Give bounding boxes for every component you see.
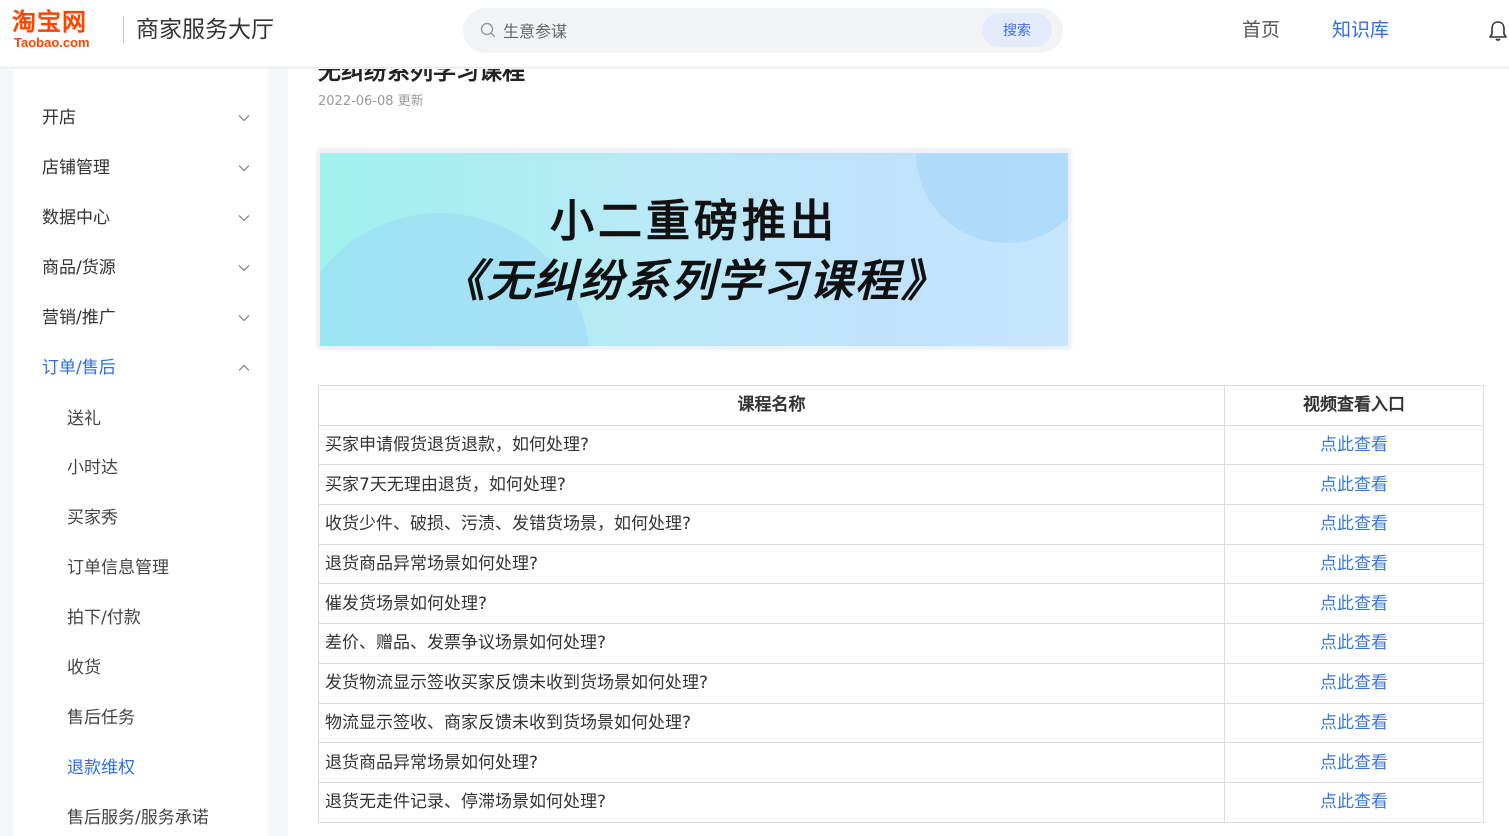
chevron-down-icon[interactable]	[238, 164, 250, 172]
banner-background: 小二重磅推出 《无纠纷系列学习课程》	[320, 153, 1068, 346]
logo-chinese-text: 淘宝网	[12, 8, 87, 36]
sidebar-subitem-refund-rights[interactable]: 退款维权	[67, 756, 135, 780]
sidebar-item-open-store[interactable]: 开店	[42, 106, 76, 130]
course-name-cell: 买家申请假货退货退款，如何处理?	[318, 424, 1225, 466]
view-video-link[interactable]: 点此查看	[1224, 623, 1484, 664]
view-video-link[interactable]: 点此查看	[1224, 583, 1484, 625]
search-bar: 搜索	[463, 8, 1063, 53]
table-row: 退货商品异常场景如何处理? 点此查看	[318, 742, 1484, 783]
chevron-down-icon[interactable]	[238, 314, 250, 322]
course-name-cell: 物流显示签收、商家反馈未收到货场景如何处理?	[318, 702, 1225, 744]
table-row: 物流显示签收、商家反馈未收到货场景如何处理? 点此查看	[318, 702, 1484, 744]
course-name-cell: 差价、赠品、发票争议场景如何处理?	[318, 623, 1225, 664]
table-row: 差价、赠品、发票争议场景如何处理? 点此查看	[318, 623, 1484, 664]
course-table: 课程名称 视频查看入口 买家申请假货退货退款，如何处理? 点此查看 买家7天无理…	[318, 385, 1484, 823]
sidebar-item-products[interactable]: 商品/货源	[42, 256, 116, 280]
header-divider	[123, 16, 124, 44]
banner-course-name: 《无纠纷系列学习课程》	[441, 256, 947, 307]
column-header-video-entry: 视频查看入口	[1224, 385, 1484, 426]
sidebar-item-marketing[interactable]: 营销/推广	[42, 306, 116, 330]
search-input[interactable]	[503, 19, 923, 43]
nav-home-link[interactable]: 首页	[1242, 16, 1280, 44]
view-video-link[interactable]: 点此查看	[1224, 504, 1484, 545]
article-title: 无纠纷系列学习课程	[318, 69, 525, 85]
table-row: 买家7天无理由退货，如何处理? 点此查看	[318, 464, 1484, 506]
sidebar-subitem-receipt[interactable]: 收货	[67, 656, 101, 680]
view-video-link[interactable]: 点此查看	[1224, 781, 1484, 823]
sidebar-subitem-payment[interactable]: 拍下/付款	[67, 606, 141, 630]
course-name-cell: 退货无走件记录、停滞场景如何处理?	[318, 781, 1225, 823]
table-row: 买家申请假货退货退款，如何处理? 点此查看	[318, 424, 1484, 466]
table-row: 退货商品异常场景如何处理? 点此查看	[318, 543, 1484, 585]
view-video-link[interactable]: 点此查看	[1224, 424, 1484, 466]
article-content: 无纠纷系列学习课程 2022-06-08 更新 小二重磅推出 《无纠纷系列学习课…	[288, 69, 1509, 836]
view-video-link[interactable]: 点此查看	[1224, 464, 1484, 506]
search-icon	[480, 22, 496, 38]
course-banner-image: 小二重磅推出 《无纠纷系列学习课程》	[318, 150, 1070, 348]
view-video-link[interactable]: 点此查看	[1224, 662, 1484, 704]
table-row: 催发货场景如何处理? 点此查看	[318, 583, 1484, 625]
course-name-cell: 催发货场景如何处理?	[318, 583, 1225, 625]
sidebar-item-orders[interactable]: 订单/售后	[42, 356, 116, 380]
nav-knowledge-link[interactable]: 知识库	[1332, 16, 1389, 44]
top-header: 淘宝网 Taobao.com 商家服务大厅 搜索 首页 知识库	[0, 0, 1509, 68]
sidebar-subitem-hourly-delivery[interactable]: 小时达	[67, 456, 118, 480]
course-name-cell: 收货少件、破损、污渍、发错货场景，如何处理?	[318, 504, 1225, 545]
sidebar-subitem-after-sales-tasks[interactable]: 售后任务	[67, 706, 135, 730]
course-name-cell: 退货商品异常场景如何处理?	[318, 742, 1225, 783]
bell-icon[interactable]	[1488, 20, 1508, 42]
article-updated-date: 2022-06-08 更新	[318, 94, 424, 109]
sidebar-subitem-buyer-show[interactable]: 买家秀	[67, 506, 118, 530]
sidebar-nav: 开店 店铺管理 数据中心 商品/货源 营销/推广 订单/售后 送礼 小时达 买家…	[13, 69, 268, 836]
logo-english-text: Taobao.com	[14, 35, 90, 50]
site-title[interactable]: 商家服务大厅	[136, 14, 274, 46]
view-video-link[interactable]: 点此查看	[1224, 742, 1484, 783]
sidebar-item-data-center[interactable]: 数据中心	[42, 206, 110, 230]
sidebar-subitem-order-info[interactable]: 订单信息管理	[67, 556, 169, 580]
course-name-cell: 买家7天无理由退货，如何处理?	[318, 464, 1225, 506]
sidebar-subitem-gift[interactable]: 送礼	[67, 407, 101, 431]
banner-headline: 小二重磅推出	[550, 196, 838, 247]
chevron-down-icon[interactable]	[238, 114, 250, 122]
view-video-link[interactable]: 点此查看	[1224, 543, 1484, 585]
table-row: 发货物流显示签收买家反馈未收到货场景如何处理? 点此查看	[318, 662, 1484, 704]
chevron-up-icon[interactable]	[238, 364, 250, 372]
chevron-down-icon[interactable]	[238, 264, 250, 272]
taobao-logo[interactable]: 淘宝网 Taobao.com	[12, 8, 112, 52]
course-name-cell: 退货商品异常场景如何处理?	[318, 543, 1225, 585]
view-video-link[interactable]: 点此查看	[1224, 702, 1484, 744]
sidebar-subitem-service-commitment[interactable]: 售后服务/服务承诺	[67, 806, 209, 830]
course-name-cell: 发货物流显示签收买家反馈未收到货场景如何处理?	[318, 662, 1225, 704]
table-row: 收货少件、破损、污渍、发错货场景，如何处理? 点此查看	[318, 504, 1484, 545]
search-button[interactable]: 搜索	[982, 13, 1052, 47]
chevron-down-icon[interactable]	[238, 214, 250, 222]
table-header-row: 课程名称 视频查看入口	[318, 385, 1484, 426]
table-row: 退货无走件记录、停滞场景如何处理? 点此查看	[318, 781, 1484, 823]
sidebar-item-store-management[interactable]: 店铺管理	[42, 156, 110, 180]
column-header-course-name: 课程名称	[318, 385, 1225, 426]
